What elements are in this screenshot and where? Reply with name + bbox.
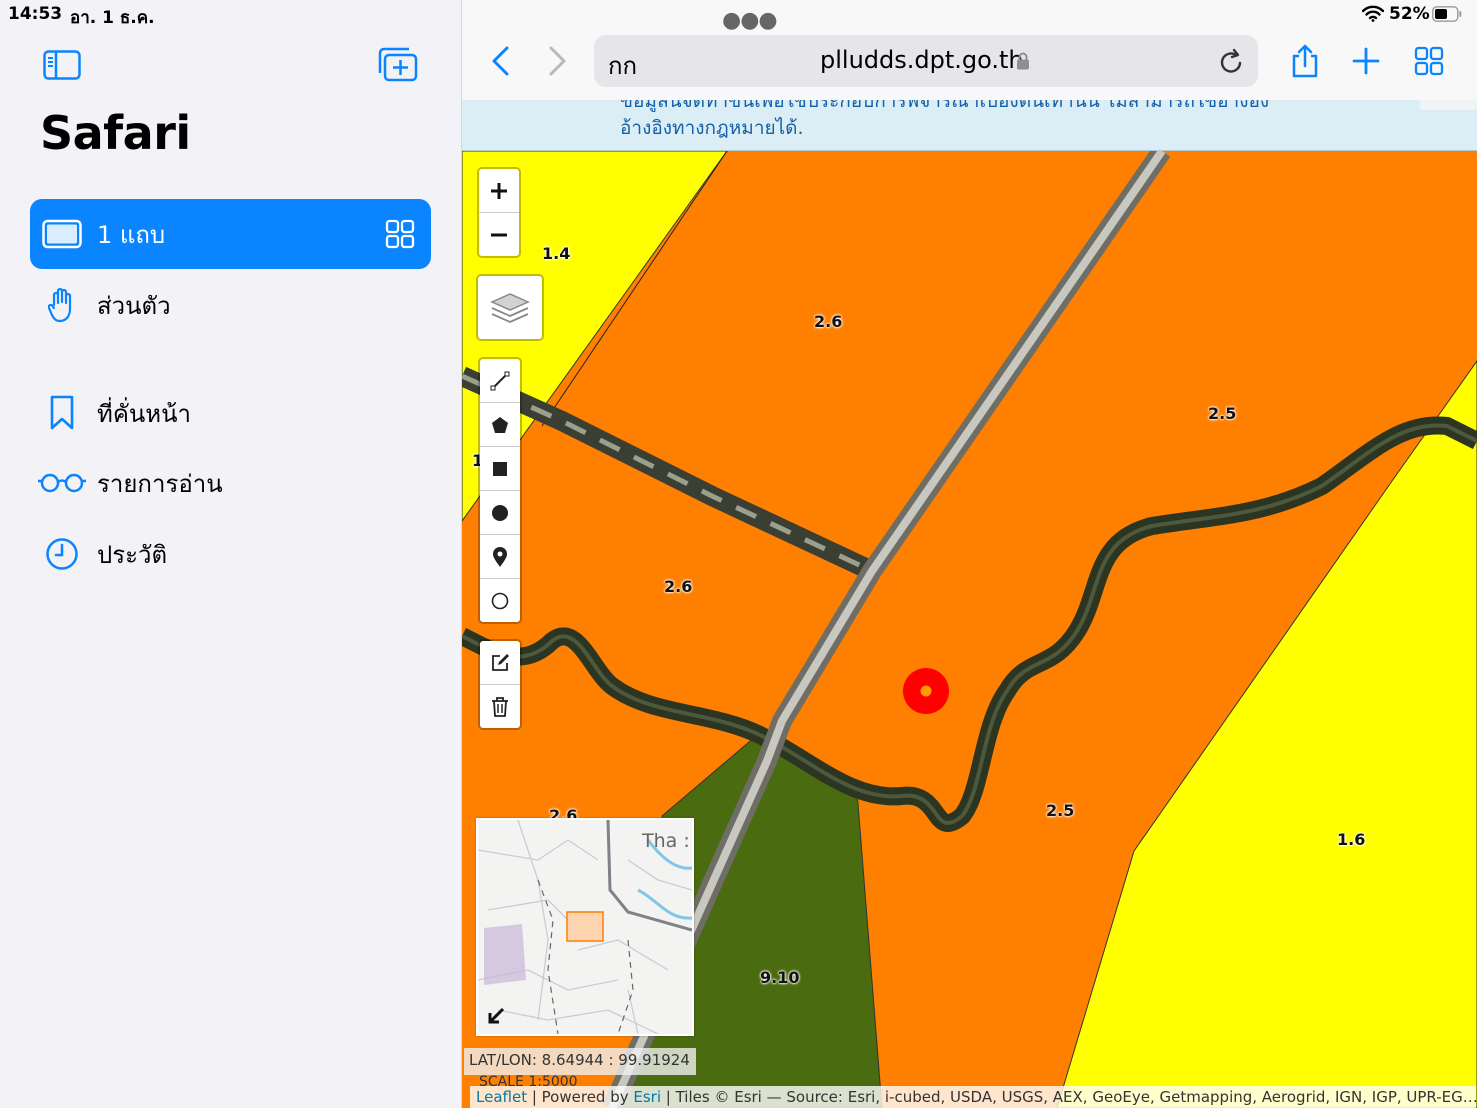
reload-icon[interactable]	[1218, 48, 1244, 80]
new-tab-group-icon[interactable]	[377, 47, 419, 87]
clock-icon	[30, 537, 94, 571]
lock-icon	[1016, 52, 1030, 74]
sidebar-item-bookmarks[interactable]: ที่คั่นหน้า	[30, 378, 431, 448]
banner-text-line2: อ้างอิงทางกฎหมายได้.	[620, 117, 804, 139]
layers-button[interactable]	[476, 274, 544, 341]
battery-percent: 52%	[1389, 4, 1430, 24]
sidebar-item-reading-list[interactable]: รายการอ่าน	[30, 448, 431, 518]
edit-toolbar	[478, 639, 522, 730]
zone-label: 1.4	[542, 244, 571, 263]
multitasking-dots-icon[interactable]: ●●●	[722, 8, 778, 33]
sidebar-title: Safari	[40, 106, 191, 160]
sidebar-item-label: ที่คั่นหน้า	[97, 399, 191, 428]
url-text[interactable]: plludds.dpt.go.th	[820, 46, 1024, 74]
layers-icon	[490, 288, 530, 328]
disclaimer-banner: ข้อมูลนี้จัดทำขึ้นเพื่อใช้ประกอบการพิจาร…	[462, 100, 1477, 151]
reader-options-button[interactable]: กก	[608, 46, 637, 85]
sidebar-item-tabs[interactable]: 1 แถบ	[30, 199, 431, 269]
hand-icon	[30, 287, 94, 323]
zone-label: 1.6	[1337, 830, 1366, 849]
draw-circle-button[interactable]	[480, 491, 520, 535]
bookmark-icon	[30, 395, 94, 431]
draw-polyline-button[interactable]	[480, 359, 520, 403]
draw-polygon-button[interactable]	[480, 403, 520, 447]
tab-overview-icon[interactable]	[385, 219, 415, 253]
banner-close-tab[interactable]	[1420, 100, 1477, 110]
forward-icon[interactable]	[546, 45, 568, 81]
esri-link[interactable]: Esri	[633, 1088, 661, 1106]
zone-label: 9.10	[760, 968, 800, 987]
latlon-readout: LAT/LON: 8.64944 : 99.91924	[464, 1048, 696, 1075]
tab-overview-icon[interactable]	[1414, 46, 1444, 80]
zoom-control	[477, 167, 521, 258]
sidebar-item-label: รายการอ่าน	[97, 469, 223, 498]
zone-label: 2.5	[1046, 801, 1075, 820]
zone-rural-east	[1056, 360, 1477, 1108]
zone-label: 2.6	[814, 312, 843, 331]
new-tab-icon[interactable]	[1352, 47, 1380, 79]
battery-icon	[1432, 6, 1462, 22]
zone-label: 2.6	[664, 577, 693, 596]
back-icon[interactable]	[490, 45, 512, 81]
minimap[interactable]: Tha :	[476, 818, 694, 1036]
minimap-town-label: Tha :	[642, 830, 690, 852]
attribution-powered: | Powered by	[527, 1088, 634, 1106]
attribution-sources: | Tiles © Esri — Source: Esri, i-cubed, …	[661, 1088, 1476, 1106]
wifi-icon	[1361, 5, 1385, 26]
draw-circlemarker-button[interactable]	[480, 579, 520, 622]
status-date-label: อา. 1 ธ.ค.	[70, 8, 155, 28]
zone-label: 2.5	[1208, 404, 1237, 423]
sidebar: Safari 1 แถบ ส่วนตัว ที่คั่นหน้า รายการอ…	[0, 0, 462, 1108]
delete-layers-button[interactable]	[480, 685, 520, 728]
sidebar-item-history[interactable]: ประวัติ	[30, 519, 431, 589]
glasses-icon	[30, 471, 94, 495]
zoom-out-button[interactable]	[479, 213, 519, 256]
sidebar-item-label: ประวัติ	[97, 540, 168, 569]
status-time-label: 14:53	[8, 4, 63, 24]
draw-rectangle-button[interactable]	[480, 447, 520, 491]
sidebar-item-private[interactable]: ส่วนตัว	[30, 270, 431, 340]
edit-layers-button[interactable]	[480, 641, 520, 685]
share-icon[interactable]	[1290, 44, 1320, 82]
ipad-icon	[30, 219, 94, 249]
sidebar-item-label: 1 แถบ	[97, 220, 166, 249]
minimap-collapse-icon[interactable]	[486, 1006, 506, 1030]
sidebar-toggle-icon[interactable]	[43, 50, 81, 84]
map-attribution: Leaflet | Powered by Esri | Tiles © Esri…	[470, 1086, 1476, 1110]
leaflet-link[interactable]: Leaflet	[476, 1088, 527, 1106]
sidebar-item-label: ส่วนตัว	[97, 291, 171, 320]
draw-marker-button[interactable]	[480, 535, 520, 579]
draw-toolbar	[478, 357, 522, 624]
zoom-in-button[interactable]	[479, 169, 519, 213]
